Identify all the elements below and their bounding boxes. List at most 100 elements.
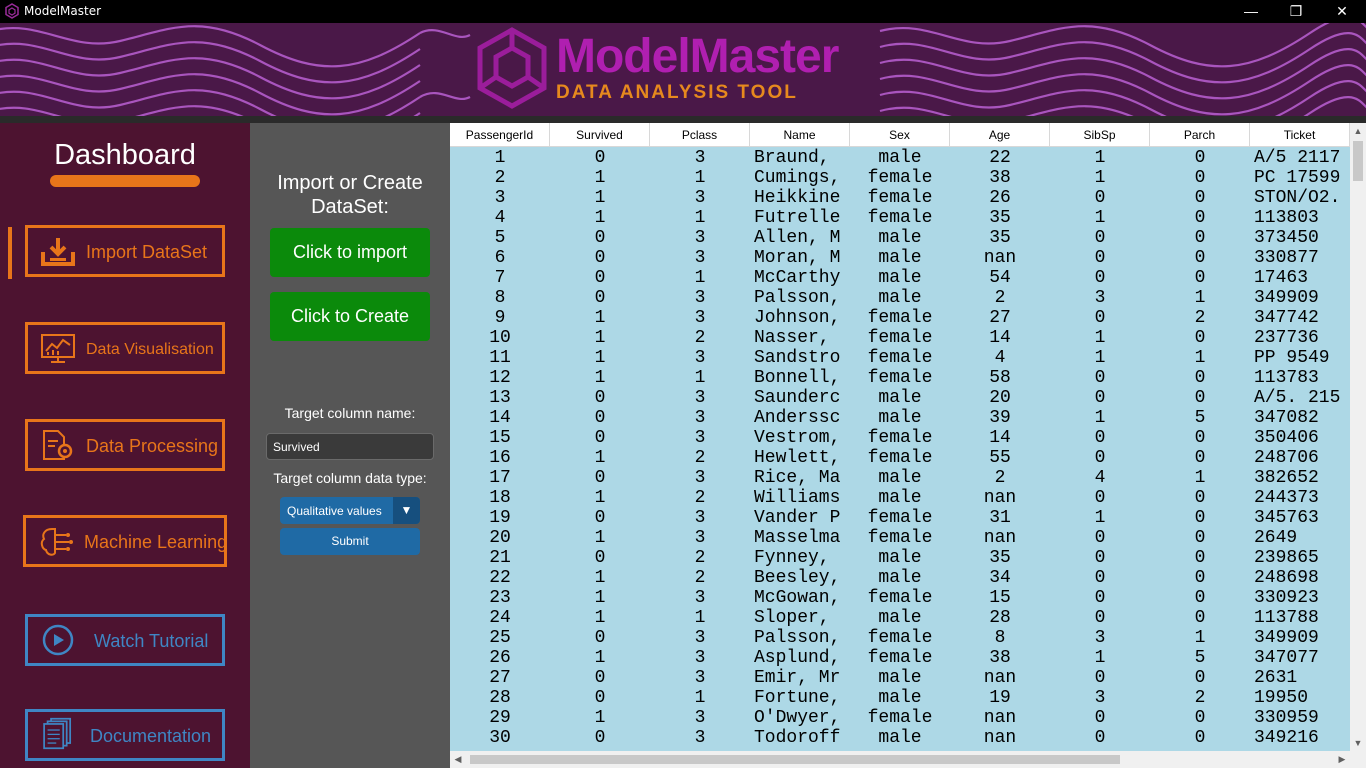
table-cell: 17 — [489, 468, 511, 488]
watch-tutorial-button[interactable]: Watch Tutorial — [25, 614, 225, 666]
table-cell: 0 — [594, 668, 606, 688]
import-dataset-button[interactable]: Import DataSet — [25, 225, 225, 277]
table-cell: 14 — [489, 408, 511, 428]
table-cell: 19950 — [1254, 688, 1309, 708]
table-row[interactable]: 15 0 3 Vestrom, female 14 0 0 350406 — [450, 428, 1350, 448]
data-visualisation-button[interactable]: Data Visualisation — [25, 322, 225, 374]
table-row[interactable]: 16 1 2 Hewlett, female 55 0 0 248706 — [450, 448, 1350, 468]
scroll-right-icon[interactable]: ▶ — [1334, 751, 1350, 768]
column-header[interactable]: PassengerId — [450, 123, 550, 147]
table-row[interactable]: 12 1 1 Bonnell, female 58 0 0 113783 — [450, 368, 1350, 388]
table-cell: Williams — [754, 488, 841, 508]
table-cell: 28 — [489, 688, 511, 708]
table-row[interactable]: 19 0 3 Vander P female 31 1 0 345763 — [450, 508, 1350, 528]
vertical-scroll-thumb[interactable] — [1353, 141, 1363, 181]
maximize-button[interactable]: ❐ — [1273, 0, 1319, 23]
submit-button[interactable]: Submit — [280, 528, 420, 555]
table-row[interactable]: 18 1 2 Williams male nan 0 0 244373 — [450, 488, 1350, 508]
table-cell: 3 — [694, 228, 706, 248]
chevron-down-icon[interactable]: ▼ — [393, 497, 420, 524]
machine-learning-button[interactable]: Machine Learning — [23, 515, 227, 567]
table-cell: 21 — [489, 548, 511, 568]
column-header[interactable]: Pclass — [650, 123, 750, 147]
table-row[interactable]: 17 0 3 Rice, Ma male 2 4 1 382652 — [450, 468, 1350, 488]
vertical-scrollbar[interactable]: ▲ ▼ — [1350, 123, 1366, 751]
column-header[interactable]: Survived — [550, 123, 650, 147]
table-row[interactable]: 27 0 3 Emir, Mr male nan 0 0 2631 — [450, 668, 1350, 688]
table-row[interactable]: 13 0 3 Saunderc male 20 0 0 A/5. 215 — [450, 388, 1350, 408]
table-cell: 3 — [694, 528, 706, 548]
table-cell: 35 — [989, 228, 1011, 248]
table-row[interactable]: 1 0 3 Braund, male 22 1 0 A/5 2117 — [450, 148, 1350, 168]
table-row[interactable]: 2 1 1 Cumings, female 38 1 0 PC 17599 — [450, 168, 1350, 188]
table-row[interactable]: 10 1 2 Nasser, female 14 1 0 237736 — [450, 328, 1350, 348]
table-row[interactable]: 24 1 1 Sloper, male 28 0 0 113788 — [450, 608, 1350, 628]
table-row[interactable]: 8 0 3 Palsson, male 2 3 1 349909 — [450, 288, 1350, 308]
scroll-down-icon[interactable]: ▼ — [1350, 735, 1366, 751]
table-cell: 12 — [489, 368, 511, 388]
documents-icon — [43, 717, 72, 750]
table-row[interactable]: 9 1 3 Johnson, female 27 0 2 347742 — [450, 308, 1350, 328]
column-header[interactable]: Ticket — [1250, 123, 1350, 147]
dashboard-title: Dashboard — [54, 139, 196, 171]
table-cell: 20 — [989, 388, 1011, 408]
table-cell: 39 — [989, 408, 1011, 428]
table-cell: 1 — [594, 208, 606, 228]
table-cell: female — [867, 648, 933, 668]
table-row[interactable]: 25 0 3 Palsson, female 8 3 1 349909 — [450, 628, 1350, 648]
column-header[interactable]: Parch — [1150, 123, 1250, 147]
table-row[interactable]: 22 1 2 Beesley, male 34 0 0 248698 — [450, 568, 1350, 588]
table-row[interactable]: 21 0 2 Fynney, male 35 0 0 239865 — [450, 548, 1350, 568]
scroll-up-icon[interactable]: ▲ — [1350, 123, 1366, 139]
table-row[interactable]: 26 1 3 Asplund, female 38 1 5 347077 — [450, 648, 1350, 668]
banner-divider — [0, 116, 1366, 123]
table-cell: 18 — [489, 488, 511, 508]
table-cell: nan — [983, 488, 1017, 508]
table-cell: 3 — [694, 248, 706, 268]
click-to-import-button[interactable]: Click to import — [270, 228, 430, 277]
table-row[interactable]: 30 0 3 Todoroff male nan 0 0 349216 — [450, 728, 1350, 748]
close-button[interactable]: ✕ — [1319, 0, 1365, 23]
table-cell: 0 — [594, 228, 606, 248]
table-cell: 3 — [694, 288, 706, 308]
table-row[interactable]: 28 0 1 Fortune, male 19 3 2 19950 — [450, 688, 1350, 708]
table-cell: 3 — [694, 148, 706, 168]
table-row[interactable]: 29 1 3 O'Dwyer, female nan 0 0 330959 — [450, 708, 1350, 728]
table-row[interactable]: 11 1 3 Sandstro female 4 1 1 PP 9549 — [450, 348, 1350, 368]
table-cell: 1 — [594, 308, 606, 328]
table-cell: 27 — [989, 308, 1011, 328]
table-cell: Saunderc — [754, 388, 841, 408]
documentation-button[interactable]: Documentation — [25, 709, 225, 761]
column-header[interactable]: Age — [950, 123, 1050, 147]
table-row[interactable]: 3 1 3 Heikkine female 26 0 0 STON/O2. — [450, 188, 1350, 208]
minimize-button[interactable]: — — [1228, 0, 1274, 23]
table-row[interactable]: 6 0 3 Moran, M male nan 0 0 330877 — [450, 248, 1350, 268]
table-cell: 350406 — [1254, 428, 1319, 448]
table-cell: female — [867, 208, 933, 228]
target-column-type-select[interactable]: Qualitative values ▼ — [280, 497, 420, 524]
data-processing-button[interactable]: Data Processing — [25, 419, 225, 471]
table-cell: female — [867, 448, 933, 468]
table-row[interactable]: 20 1 3 Masselma female nan 0 0 2649 — [450, 528, 1350, 548]
table-cell: 0 — [1094, 668, 1106, 688]
click-to-create-button[interactable]: Click to Create — [270, 292, 430, 341]
table-cell: 38 — [989, 168, 1011, 188]
table-row[interactable]: 5 0 3 Allen, M male 35 0 0 373450 — [450, 228, 1350, 248]
scroll-left-icon[interactable]: ◀ — [450, 751, 466, 768]
table-cell: 3 — [694, 468, 706, 488]
column-header[interactable]: SibSp — [1050, 123, 1150, 147]
table-cell: 3 — [694, 188, 706, 208]
horizontal-scroll-thumb[interactable] — [470, 755, 1120, 764]
active-indicator — [8, 227, 12, 279]
table-cell: 1 — [594, 488, 606, 508]
table-cell: 1 — [594, 348, 606, 368]
table-row[interactable]: 14 0 3 Anderssc male 39 1 5 347082 — [450, 408, 1350, 428]
table-row[interactable]: 4 1 1 Futrelle female 35 1 0 113803 — [450, 208, 1350, 228]
table-row[interactable]: 23 1 3 McGowan, female 15 0 0 330923 — [450, 588, 1350, 608]
column-header[interactable]: Name — [750, 123, 850, 147]
target-column-name-input[interactable]: Survived — [266, 433, 434, 460]
horizontal-scrollbar[interactable]: ◀ ▶ — [450, 751, 1350, 768]
table-row[interactable]: 7 0 1 McCarthy male 54 0 0 17463 — [450, 268, 1350, 288]
column-header[interactable]: Sex — [850, 123, 950, 147]
table-cell: 2 — [494, 168, 506, 188]
